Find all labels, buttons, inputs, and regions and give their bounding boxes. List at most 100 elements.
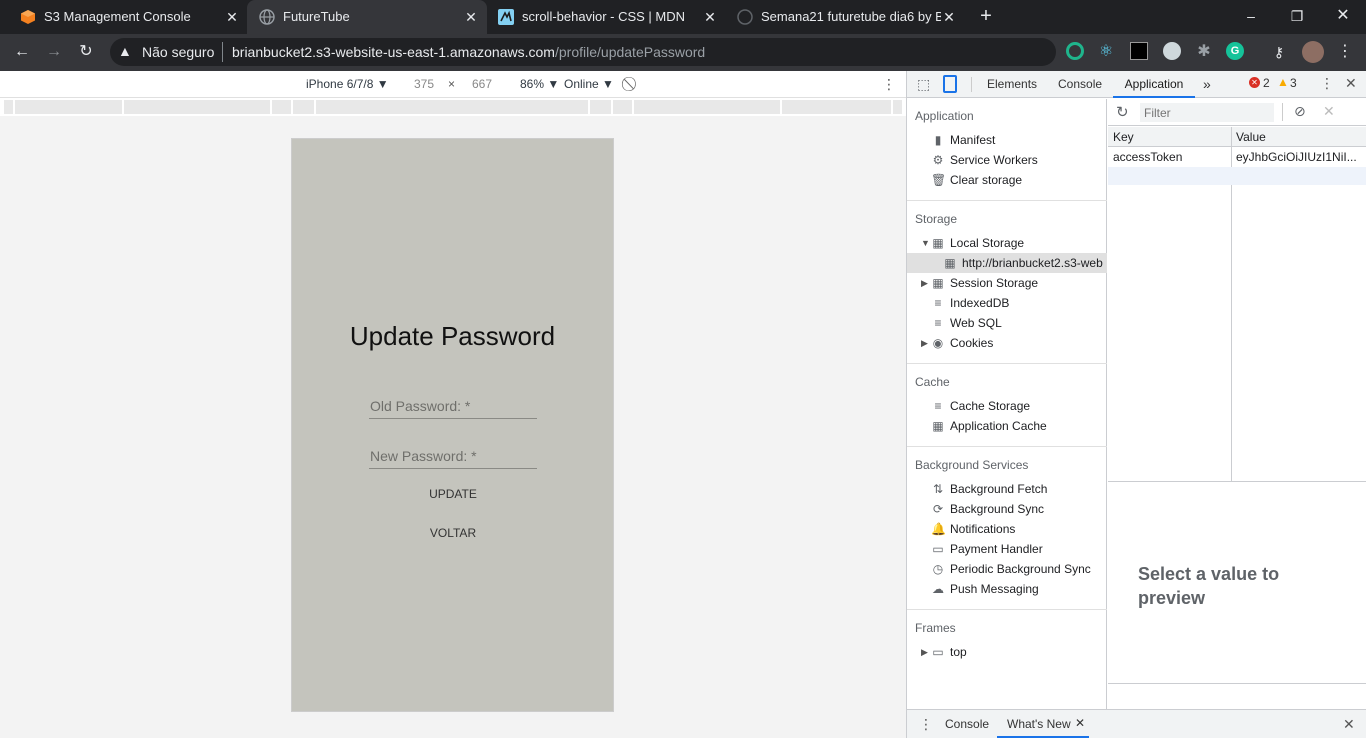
- close-drawer-icon[interactable]: ✕: [1343, 716, 1355, 733]
- table-row[interactable]: accessToken eyJhbGciOiJIUzI1NiI...: [1108, 147, 1366, 167]
- device-select[interactable]: iPhone 6/7/8 ▼: [306, 77, 389, 91]
- zoom-select[interactable]: 86% ▼: [520, 77, 559, 91]
- extension-icon[interactable]: [1130, 42, 1148, 60]
- section-frames: Frames: [915, 621, 956, 635]
- close-tab-icon[interactable]: ✕: [941, 9, 957, 25]
- warning-count[interactable]: 3: [1290, 76, 1297, 90]
- ruler-segment[interactable]: [15, 100, 123, 114]
- close-tab-icon[interactable]: ✕: [1075, 716, 1085, 730]
- clear-all-icon[interactable]: ⊘: [1294, 103, 1306, 120]
- grammarly-icon[interactable]: G: [1226, 42, 1244, 60]
- ruler-segment[interactable]: [4, 100, 14, 114]
- expand-triangle-icon[interactable]: ▶: [921, 338, 928, 349]
- sidebar-item-notifications[interactable]: 🔔 Notifications: [931, 519, 1015, 539]
- tab-github[interactable]: Semana21 futuretube dia6 by Bri ✕: [727, 0, 965, 34]
- sidebar-item-frame-top[interactable]: ▭ top: [931, 642, 966, 662]
- close-devtools-icon[interactable]: ✕: [1345, 75, 1357, 92]
- restore-button[interactable]: ❐: [1274, 4, 1320, 28]
- sidebar-item-websql[interactable]: ≡ Web SQL: [931, 313, 1001, 333]
- close-tab-icon[interactable]: ✕: [702, 9, 718, 25]
- minimize-button[interactable]: –: [1228, 4, 1274, 28]
- grid-icon: ▦: [932, 236, 944, 250]
- sidebar-item-clear-storage[interactable]: 🗑 Clear storage: [931, 170, 1022, 190]
- drawer-menu-icon[interactable]: ⋮: [919, 716, 933, 733]
- close-tab-icon[interactable]: ✕: [224, 9, 240, 25]
- devtools-menu-icon[interactable]: ⋮: [1320, 75, 1334, 92]
- ruler-segment[interactable]: [316, 100, 589, 114]
- sidebar-item-push-messaging[interactable]: ☁ Push Messaging: [931, 579, 1039, 599]
- tab-s3-console[interactable]: S3 Management Console ✕: [0, 0, 246, 34]
- filter-input[interactable]: [1140, 103, 1274, 122]
- bug-icon[interactable]: ✱: [1193, 41, 1215, 63]
- tab-futuretube[interactable]: FutureTube ✕: [247, 0, 487, 34]
- sidebar-item-label: Payment Handler: [950, 542, 1043, 556]
- sidebar-item-indexeddb[interactable]: ≡ IndexedDB: [931, 293, 1009, 313]
- ruler-segment[interactable]: [893, 100, 903, 114]
- react-devtools-icon[interactable]: ⚛: [1095, 41, 1117, 63]
- inspect-element-icon[interactable]: ⬚: [917, 76, 930, 93]
- extension-icon[interactable]: [1066, 42, 1084, 60]
- sidebar-item-cache-storage[interactable]: ≡ Cache Storage: [931, 396, 1030, 416]
- drawer-tab-console[interactable]: Console: [945, 717, 989, 731]
- tab-mdn[interactable]: scroll-behavior - CSS | MDN ✕: [488, 0, 726, 34]
- ruler-segment[interactable]: [293, 100, 315, 114]
- sidebar-item-service-workers[interactable]: ⚙ Service Workers: [931, 150, 1038, 170]
- key-icon[interactable]: ⚷: [1268, 41, 1290, 63]
- ruler-segment[interactable]: [124, 100, 271, 114]
- menu-kebab-icon[interactable]: ⋮: [1334, 41, 1356, 63]
- database-icon: ≡: [934, 296, 942, 310]
- sidebar-item-background-fetch[interactable]: ⇅ Background Fetch: [931, 479, 1047, 499]
- ruler-segment[interactable]: [782, 100, 892, 114]
- tab-application[interactable]: Application: [1113, 71, 1195, 98]
- expand-triangle-icon[interactable]: ▶: [921, 647, 928, 658]
- reload-icon[interactable]: ↻: [75, 41, 97, 63]
- ruler-segment[interactable]: [590, 100, 612, 114]
- error-count[interactable]: 2: [1263, 76, 1270, 90]
- ruler-segment[interactable]: [272, 100, 292, 114]
- old-password-field[interactable]: Old Password: *: [369, 395, 537, 419]
- refresh-icon[interactable]: ↻: [1116, 103, 1129, 121]
- ruler-segment[interactable]: [634, 100, 781, 114]
- security-status[interactable]: Não seguro: [142, 44, 214, 60]
- close-tab-icon[interactable]: ✕: [463, 9, 479, 25]
- sidebar-item-background-sync[interactable]: ⟳ Background Sync: [931, 499, 1044, 519]
- more-options-icon[interactable]: ⋮: [882, 76, 896, 93]
- forward-icon[interactable]: →: [43, 41, 65, 63]
- address-bar[interactable]: ▲ Não seguro brianbucket2.s3-website-us-…: [110, 38, 1056, 66]
- tab-console[interactable]: Console: [1058, 71, 1102, 98]
- update-button[interactable]: UPDATE: [413, 483, 493, 505]
- document-icon: ▮: [934, 133, 942, 147]
- drawer-tab-whats-new[interactable]: What's New ✕: [997, 710, 1089, 738]
- new-tab-button[interactable]: +: [963, 4, 1009, 28]
- delete-selected-icon[interactable]: ✕: [1323, 103, 1335, 120]
- divider: [1282, 103, 1283, 121]
- table-row-empty[interactable]: [1108, 167, 1366, 185]
- device-toggle-icon[interactable]: [943, 75, 957, 93]
- avatar[interactable]: [1302, 41, 1324, 63]
- ruler-segment[interactable]: [613, 100, 633, 114]
- sidebar-item-periodic-background-sync[interactable]: ◷ Periodic Background Sync: [931, 559, 1091, 579]
- column-key[interactable]: Key: [1113, 130, 1134, 144]
- expand-triangle-icon[interactable]: ▶: [921, 278, 928, 289]
- sidebar-item-local-storage-origin[interactable]: ▦ http://brianbucket2.s3-web: [943, 253, 1102, 273]
- tab-elements[interactable]: Elements: [987, 71, 1037, 98]
- sidebar-item-payment-handler[interactable]: ▭ Payment Handler: [931, 539, 1043, 559]
- sidebar-item-session-storage[interactable]: ▦ Session Storage: [931, 273, 1038, 293]
- more-tabs-icon[interactable]: »: [1203, 71, 1211, 98]
- error-icon: ✕: [1249, 77, 1260, 88]
- device-height-input[interactable]: 667: [472, 77, 492, 91]
- column-value[interactable]: Value: [1236, 130, 1266, 144]
- device-width-input[interactable]: 375: [414, 77, 434, 91]
- sidebar-item-application-cache[interactable]: ▦ Application Cache: [931, 416, 1046, 436]
- close-window-button[interactable]: ✕: [1320, 4, 1366, 28]
- extension-icon[interactable]: [1163, 42, 1181, 60]
- storage-toolbar: ↻ ⊘ ✕: [1108, 99, 1366, 126]
- sidebar-item-manifest[interactable]: ▮ Manifest: [931, 130, 996, 150]
- back-icon[interactable]: ←: [11, 41, 33, 63]
- new-password-field[interactable]: New Password: *: [369, 445, 537, 469]
- expand-triangle-icon[interactable]: ▼: [921, 238, 930, 248]
- back-button[interactable]: VOLTAR: [413, 522, 493, 544]
- network-throttle-select[interactable]: Online ▼: [564, 77, 614, 91]
- sidebar-item-local-storage[interactable]: ▦ Local Storage: [931, 233, 1024, 253]
- sidebar-item-cookies[interactable]: ◉ Cookies: [931, 333, 994, 353]
